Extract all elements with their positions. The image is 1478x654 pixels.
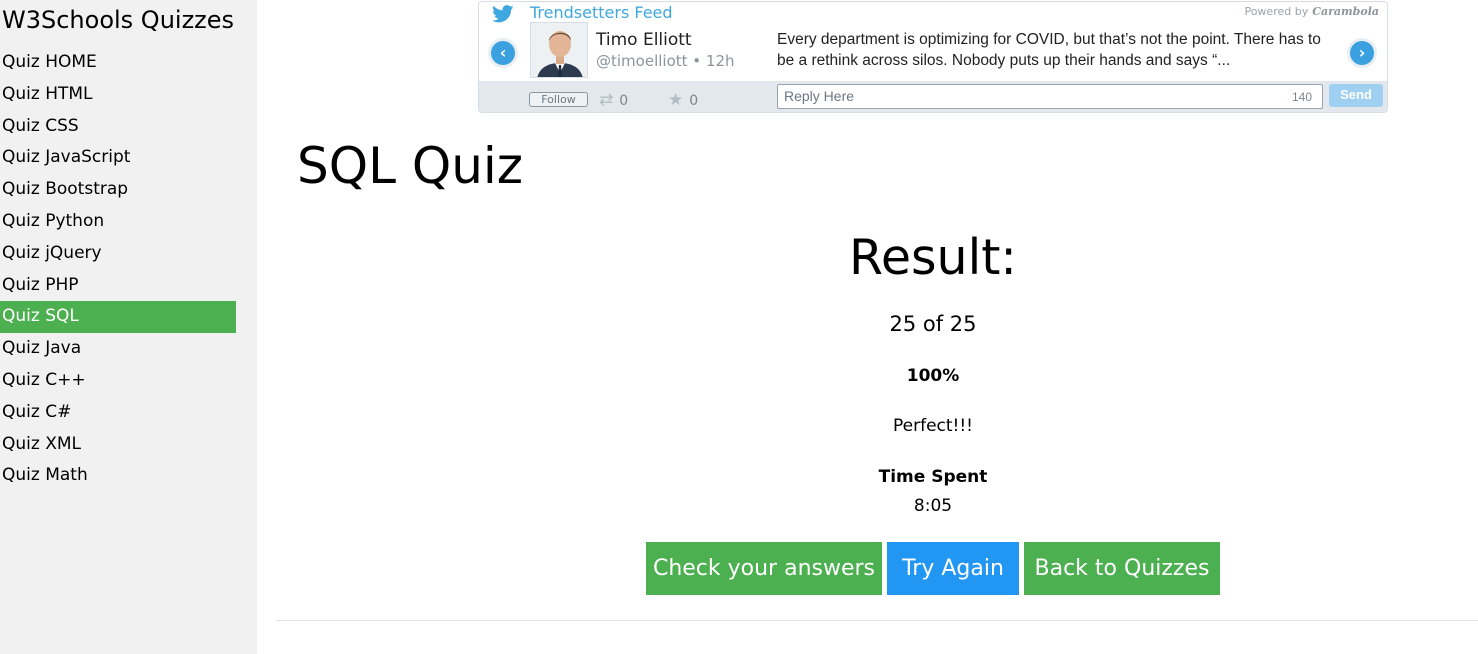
- reply-placeholder: Reply Here: [784, 88, 855, 104]
- sidebar-item-quiz-javascript[interactable]: Quiz JavaScript: [0, 142, 236, 174]
- score-percent: 100%: [906, 366, 960, 386]
- sidebar-item-quiz-cpp[interactable]: Quiz C++: [0, 365, 236, 397]
- follow-button[interactable]: Follow: [529, 92, 588, 107]
- score-text: 25 of 25: [889, 312, 977, 336]
- author-handle-row: @timoelliott • 12h: [596, 52, 735, 70]
- sidebar: W3Schools Quizzes Quiz HOME Quiz HTML Qu…: [0, 0, 257, 654]
- previous-tweet-button[interactable]: ‹: [488, 38, 518, 68]
- retweet-stat[interactable]: ⇄ 0: [599, 90, 628, 110]
- sidebar-item-quiz-python[interactable]: Quiz Python: [0, 206, 236, 238]
- page-title: SQL Quiz: [297, 137, 524, 195]
- retweet-count: 0: [619, 93, 629, 109]
- chevron-right-icon: ›: [1350, 41, 1374, 65]
- tweet-action-bar: Follow ⇄ 0 ★ 0 Reply Here 140 Send: [479, 81, 1387, 112]
- tweet-text: Every department is optimizing for COVID…: [777, 31, 1321, 69]
- retweet-icon: ⇄: [599, 90, 614, 110]
- twitter-feed-widget: Trendsetters Feed Powered by Carambola ‹ …: [478, 1, 1388, 113]
- sidebar-title: W3Schools Quizzes: [2, 6, 235, 34]
- chevron-left-icon: ‹: [491, 41, 515, 65]
- result-heading: Result:: [849, 229, 1017, 286]
- sidebar-item-quiz-math[interactable]: Quiz Math: [0, 460, 236, 492]
- divider: [276, 620, 1478, 621]
- sidebar-item-quiz-php[interactable]: Quiz PHP: [0, 270, 236, 302]
- twitter-bird-icon: [492, 5, 514, 23]
- tweet-age: • 12h: [692, 52, 735, 70]
- author-name[interactable]: Timo Elliott: [596, 30, 692, 50]
- avatar-portrait: [531, 23, 587, 77]
- try-again-button[interactable]: Try Again: [887, 542, 1019, 595]
- back-to-quizzes-button[interactable]: Back to Quizzes: [1024, 542, 1220, 595]
- powered-by: Powered by Carambola: [1244, 5, 1379, 18]
- reply-input[interactable]: Reply Here 140: [777, 84, 1323, 109]
- sidebar-item-quiz-sql[interactable]: Quiz SQL: [0, 301, 236, 334]
- time-spent-value: 8:05: [913, 496, 953, 516]
- sidebar-item-quiz-home[interactable]: Quiz HOME: [0, 47, 236, 79]
- feed-title-link[interactable]: Trendsetters Feed: [530, 3, 673, 22]
- sidebar-item-quiz-html[interactable]: Quiz HTML: [0, 79, 236, 111]
- sidebar-item-quiz-xml[interactable]: Quiz XML: [0, 429, 236, 461]
- star-icon: ★: [668, 90, 684, 110]
- powered-by-label: Powered by: [1244, 5, 1309, 18]
- sidebar-item-quiz-csharp[interactable]: Quiz C#: [0, 397, 236, 429]
- time-spent-label: Time Spent: [878, 467, 988, 487]
- next-tweet-button[interactable]: ›: [1347, 38, 1377, 68]
- check-answers-button[interactable]: Check your answers: [646, 542, 882, 595]
- carambola-logo[interactable]: Carambola: [1312, 5, 1379, 18]
- send-button[interactable]: Send: [1329, 84, 1383, 107]
- avatar[interactable]: [530, 22, 588, 78]
- sidebar-item-quiz-java[interactable]: Quiz Java: [0, 333, 236, 365]
- author-handle[interactable]: @timoelliott: [596, 52, 688, 70]
- result-verdict: Perfect!!!: [893, 416, 973, 436]
- favorite-count: 0: [689, 93, 699, 109]
- sidebar-item-quiz-css[interactable]: Quiz CSS: [0, 111, 236, 143]
- favorite-stat[interactable]: ★ 0: [668, 90, 698, 110]
- sidebar-item-quiz-jquery[interactable]: Quiz jQuery: [0, 238, 236, 270]
- char-count: 140: [1291, 90, 1312, 104]
- sidebar-item-quiz-bootstrap[interactable]: Quiz Bootstrap: [0, 174, 236, 206]
- sidebar-list: Quiz HOME Quiz HTML Quiz CSS Quiz JavaSc…: [0, 47, 236, 492]
